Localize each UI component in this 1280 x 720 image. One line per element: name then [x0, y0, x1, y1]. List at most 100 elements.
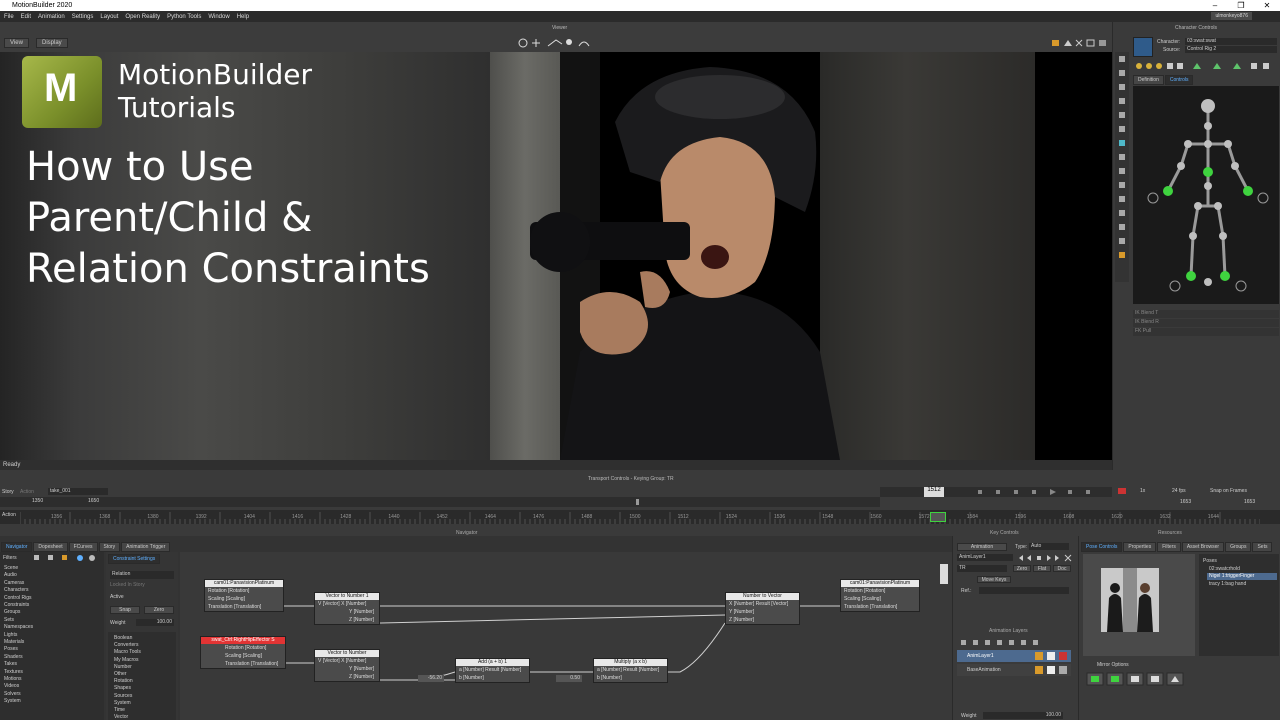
tree-item[interactable]: Groups — [4, 609, 20, 615]
pose-item-selected[interactable]: Nigel 1:triggerFinger — [1207, 573, 1277, 580]
timeline-playhead[interactable] — [930, 512, 946, 522]
relation-box-item[interactable]: Macro Tools — [114, 649, 141, 655]
cam-destination-node[interactable]: cam01:PanavisionPlatinum Rotation [Rotat… — [840, 579, 920, 612]
viewer-viewport[interactable]: M MotionBuilder Tutorials How to Use Par… — [0, 52, 1112, 460]
fps-dropdown[interactable]: 24 fps — [1172, 488, 1186, 494]
node-port[interactable]: Translation [Translation] — [205, 603, 283, 611]
relation-box-item[interactable]: Sources — [114, 693, 132, 699]
relation-graph[interactable]: cam01:PanavisionPlatinum Rotation [Rotat… — [180, 552, 952, 720]
relation-box-item[interactable]: Number — [114, 664, 132, 670]
tab-filters[interactable]: Filters — [1157, 542, 1181, 552]
menu-layout[interactable]: Layout — [100, 14, 118, 20]
node-port[interactable]: Translation [Translation] — [201, 660, 285, 668]
story-label[interactable]: Story — [2, 489, 14, 495]
tab-dopesheet[interactable]: Dopesheet — [33, 542, 68, 552]
tab-fcurves[interactable]: FCurves — [68, 542, 98, 552]
layer-lock-icon[interactable] — [1047, 652, 1055, 660]
restore-icon[interactable]: ❐ — [1228, 0, 1254, 11]
viewer-nav-tools[interactable] — [516, 36, 596, 50]
type-dropdown[interactable]: Auto — [1029, 543, 1069, 550]
node-port[interactable]: Translation [Translation] — [841, 603, 919, 611]
menu-help[interactable]: Help — [237, 14, 249, 20]
node-port[interactable]: Rotation [Rotation] — [201, 644, 285, 652]
node-port[interactable]: Scaling [Scaling] — [201, 652, 285, 660]
relation-box-item[interactable]: Vector — [114, 714, 128, 720]
tree-item[interactable]: Audio — [4, 572, 17, 578]
zero-key-button[interactable]: Zero — [1013, 565, 1031, 572]
tree-item[interactable]: Solvers — [4, 691, 21, 697]
key-navigation-icons[interactable] — [1017, 554, 1073, 562]
menu-python-tools[interactable]: Python Tools — [167, 14, 201, 20]
relation-box-item[interactable]: My Macros — [114, 657, 138, 663]
poses-root[interactable]: Poses — [1203, 558, 1217, 564]
filters-label[interactable]: Filters — [3, 555, 17, 561]
relation-box-item[interactable]: Converters — [114, 642, 138, 648]
menu-window[interactable]: Window — [208, 14, 229, 20]
vector-to-number-1-node[interactable]: Vector to Number 1 V [Vector] X [Number]… — [314, 592, 380, 625]
action-label[interactable]: Action — [20, 489, 34, 495]
layer-toolbar-icons[interactable] — [959, 638, 1073, 646]
tree-item[interactable]: Characters — [4, 587, 28, 593]
ik-row[interactable]: IK Blend R — [1133, 319, 1279, 327]
skeleton-rig-figure[interactable] — [1133, 86, 1279, 304]
node-port[interactable]: a [Number] Result [Number] — [456, 666, 529, 674]
tree-item[interactable]: System — [4, 698, 21, 704]
speed-dropdown[interactable]: 1x — [1140, 488, 1145, 494]
tab-animation-trigger[interactable]: Animation Trigger — [121, 542, 171, 552]
add-node[interactable]: Add (a + b) 1 a [Number] Result [Number]… — [455, 658, 530, 683]
tree-item[interactable]: Shaders — [4, 654, 23, 660]
anim-layer-row[interactable]: BaseAnimation — [957, 664, 1071, 676]
multiply-node[interactable]: Multiply (a x b) a [Number] Result [Numb… — [593, 658, 668, 683]
node-port[interactable]: Z [Number] — [315, 673, 379, 681]
layer-lock-icon[interactable] — [1047, 666, 1055, 674]
right-frame-a[interactable]: 1653 — [1180, 499, 1191, 505]
tree-item[interactable]: Poses — [4, 646, 18, 652]
menu-open-reality[interactable]: Open Reality — [125, 14, 160, 20]
user-account[interactable]: ulmonkeyo876 — [1211, 12, 1252, 20]
layer-mute-icon[interactable] — [1059, 666, 1067, 674]
range-bar[interactable]: 1350 1650 — [0, 497, 880, 507]
tab-navigator[interactable]: Navigator — [1, 542, 33, 552]
right-frame-b[interactable]: 1653 — [1244, 499, 1255, 505]
tree-item[interactable]: Namespaces — [4, 624, 33, 630]
cam-source-node[interactable]: cam01:PanavisionPlatinum Rotation [Rotat… — [204, 579, 284, 612]
node-port[interactable]: Y [Number] — [726, 608, 799, 616]
relation-box-item[interactable]: System — [114, 700, 131, 706]
minimize-icon[interactable]: – — [1202, 0, 1228, 11]
tree-item[interactable]: Materials — [4, 639, 24, 645]
node-port[interactable]: Y [Number] — [315, 665, 379, 673]
tab-story[interactable]: Story — [98, 542, 121, 552]
number-to-vector-node[interactable]: Number to Vector X [Number] Result [Vect… — [725, 592, 800, 625]
menu-edit[interactable]: Edit — [21, 14, 31, 20]
ref-field[interactable] — [979, 587, 1069, 594]
range-end[interactable]: 1650 — [88, 498, 99, 504]
relation-box-item[interactable]: Time — [114, 707, 125, 713]
layer-key-icon[interactable] — [1035, 652, 1043, 660]
tab-sets[interactable]: Sets — [1252, 542, 1273, 552]
character-avatar-icon[interactable] — [1133, 37, 1153, 57]
source-dropdown[interactable]: Control Rig 2 — [1185, 46, 1277, 53]
node-port[interactable]: Y [Number] — [315, 608, 379, 616]
tree-item[interactable]: Motions — [4, 676, 22, 682]
record-icon[interactable] — [1118, 488, 1126, 494]
flat-key-button[interactable]: Flat — [1033, 565, 1051, 572]
animation-button[interactable]: Animation — [957, 543, 1007, 551]
node-port[interactable]: Rotation [Rotation] — [841, 587, 919, 595]
tab-properties[interactable]: Properties — [1123, 542, 1157, 552]
node-port[interactable]: a [Number] Result [Number] — [594, 666, 667, 674]
take-dropdown[interactable]: take_001 — [48, 488, 108, 495]
tree-item[interactable]: Cameras — [4, 580, 24, 586]
node-port[interactable]: X [Number] Result [Vector] — [726, 600, 799, 608]
layer-weight-field[interactable]: 100.00 — [983, 712, 1063, 719]
locked-in-story-checkbox[interactable]: Locked In Story — [110, 582, 145, 588]
menu-settings[interactable]: Settings — [72, 14, 94, 20]
menu-animation[interactable]: Animation — [38, 14, 65, 20]
view-button[interactable]: View — [4, 38, 29, 48]
relation-box-item[interactable]: Shapes — [114, 685, 131, 691]
playback-buttons[interactable] — [976, 488, 1106, 496]
weight-field[interactable]: 100.00 — [136, 619, 174, 626]
add-b-value[interactable]: -56.20 — [418, 675, 444, 682]
relation-name-field[interactable]: Relation — [110, 571, 174, 579]
character-rig-view[interactable] — [1133, 86, 1279, 304]
timeline-ruler[interactable]: Action 1356 1368 1380 1392 1404 1416 1428 1440 1… — [0, 510, 1280, 524]
